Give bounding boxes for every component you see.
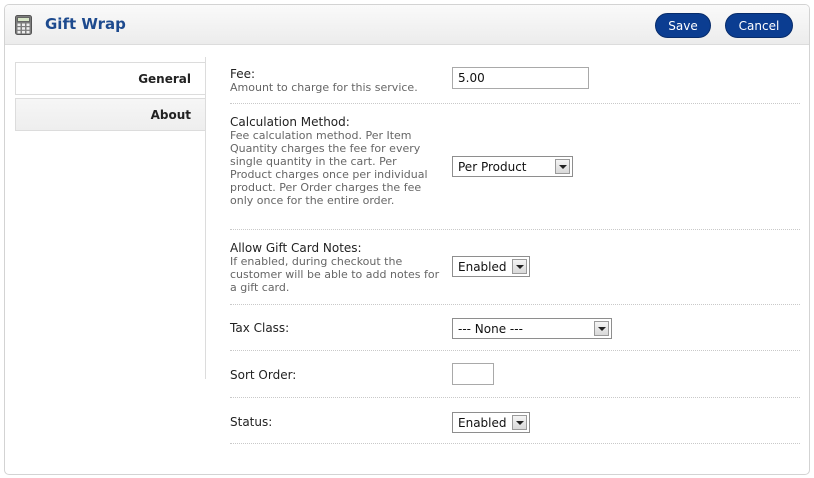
tab-about[interactable]: About [15,98,206,131]
chevron-down-icon [555,159,570,174]
calculation-method-description: Fee calculation method. Per Item Quantit… [230,129,428,207]
gift-card-notes-value: Enabled [458,260,507,274]
chevron-down-icon [594,321,609,336]
gift-card-notes-description: If enabled, during checkout the customer… [230,255,440,294]
fee-row: Fee: Amount to charge for this service. … [230,58,800,104]
gift-card-notes-select[interactable]: Enabled [452,256,530,277]
gift-card-notes-label: Allow Gift Card Notes: [230,241,362,255]
chevron-down-icon [512,415,527,430]
vertical-tabs: General About [15,62,206,131]
gift-wrap-panel: Gift Wrap Save Cancel General About Fee:… [4,4,810,475]
sort-order-row: Sort Order: [230,351,800,398]
chevron-down-icon [512,259,527,274]
page-title: Gift Wrap [45,15,126,33]
status-row: Status: Enabled [230,398,800,444]
sort-order-label: Sort Order: [230,368,297,382]
fee-input[interactable]: 5.00 [452,67,589,89]
tax-class-select[interactable]: --- None --- [452,318,612,339]
calculation-method-label: Calculation Method: [230,115,350,129]
sort-order-input[interactable] [452,363,494,385]
status-label: Status: [230,415,273,429]
settings-form: Fee: Amount to charge for this service. … [230,58,800,444]
fee-description: Amount to charge for this service. [230,81,418,94]
panel-header: Gift Wrap Save Cancel [5,5,809,45]
cancel-button[interactable]: Cancel [725,13,793,38]
tabs-divider [205,57,206,379]
tax-class-value: --- None --- [458,322,523,336]
gift-card-notes-row: Allow Gift Card Notes: If enabled, durin… [230,230,800,305]
calculation-method-select[interactable]: Per Product [452,156,573,177]
status-select[interactable]: Enabled [452,412,530,433]
fee-label: Fee: [230,67,256,81]
tax-class-label: Tax Class: [230,321,290,335]
save-button[interactable]: Save [655,13,711,38]
calculation-method-row: Calculation Method: Fee calculation meth… [230,104,800,230]
tab-general[interactable]: General [15,62,206,95]
tax-class-row: Tax Class: --- None --- [230,305,800,351]
calculation-method-value: Per Product [458,160,527,174]
calculator-icon [15,15,32,35]
status-value: Enabled [458,416,507,430]
